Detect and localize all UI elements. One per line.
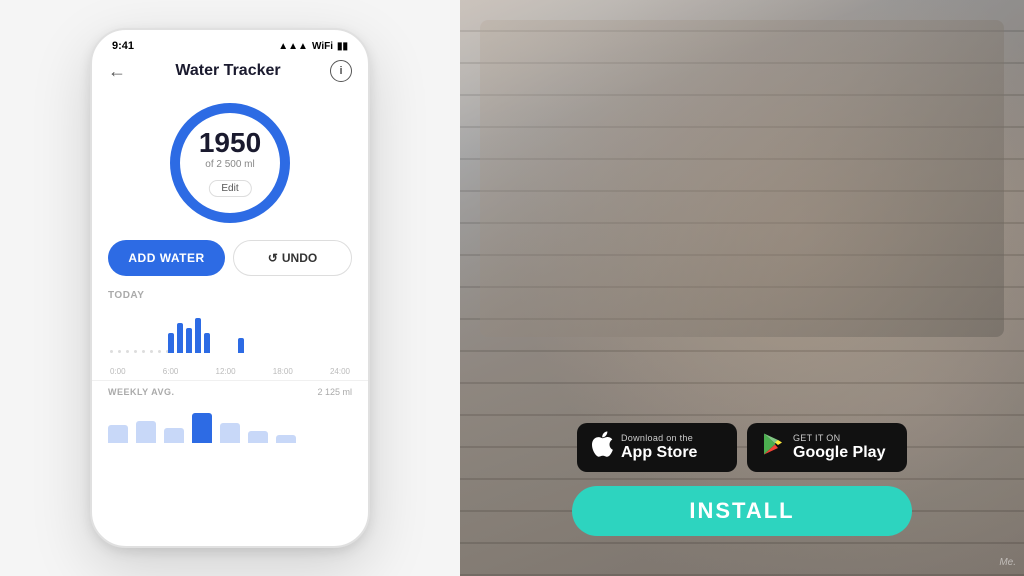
- phone-header: ← Water Tracker i: [92, 56, 368, 90]
- people-area: [480, 20, 1004, 337]
- status-bar: 9:41 ▲▲▲ WiFi ▮▮: [92, 30, 368, 56]
- chart-dot: [158, 350, 161, 353]
- install-button[interactable]: INSTALL: [572, 486, 912, 536]
- weekly-bar-6: [248, 431, 268, 443]
- google-play-text: GET IT ON Google Play: [793, 433, 885, 462]
- app-store-top-text: Download on the: [621, 433, 697, 443]
- edit-button[interactable]: Edit: [208, 180, 251, 197]
- water-goal: of 2 500 ml: [199, 159, 261, 170]
- app-store-button[interactable]: Download on the App Store: [577, 423, 737, 472]
- app-store-text: Download on the App Store: [621, 433, 697, 462]
- store-buttons: Download on the App Store: [577, 423, 907, 472]
- screen-title: Water Tracker: [175, 62, 280, 80]
- weekly-value: 2 125 ml: [317, 387, 352, 397]
- signal-icon: ▲▲▲: [278, 41, 308, 52]
- action-buttons: ADD WATER ↺ UNDO: [92, 232, 368, 284]
- chart-dot: [126, 350, 129, 353]
- time-label-24: 24:00: [330, 367, 350, 376]
- progress-circle: 1950 of 2 500 ml Edit: [165, 98, 295, 228]
- battery-icon: ▮▮: [337, 41, 348, 52]
- chart-bar: [168, 333, 174, 353]
- right-panel: Download on the App Store: [460, 0, 1024, 576]
- main-container: 9:41 ▲▲▲ WiFi ▮▮ ← Water Tracker i: [0, 0, 1024, 576]
- chart-dot: [110, 350, 113, 353]
- info-button[interactable]: i: [330, 60, 352, 82]
- right-content: Download on the App Store: [460, 423, 1024, 536]
- undo-button[interactable]: ↺ UNDO: [233, 240, 352, 276]
- weekly-header: WEEKLY AVG. 2 125 ml: [108, 387, 352, 397]
- weekly-bar-7: [276, 435, 296, 443]
- today-label: TODAY: [108, 290, 352, 301]
- water-amount: 1950: [199, 129, 261, 157]
- wifi-icon: WiFi: [312, 41, 333, 52]
- weekly-bar-1: [108, 425, 128, 443]
- today-section: TODAY: [92, 284, 368, 376]
- app-store-bottom-text: App Store: [621, 443, 697, 462]
- weekly-bar-3: [164, 428, 184, 443]
- weekly-bar-4: [192, 413, 212, 443]
- chart-dot: [134, 350, 137, 353]
- google-play-button[interactable]: GET IT ON Google Play: [747, 423, 907, 472]
- watermark: Me.: [999, 557, 1016, 568]
- chart-bar: [238, 338, 244, 353]
- time-label-0: 0:00: [110, 367, 126, 376]
- circle-text: 1950 of 2 500 ml Edit: [199, 129, 261, 197]
- time-label-12: 12:00: [216, 367, 236, 376]
- chart-bar: [186, 328, 192, 353]
- weekly-bar-2: [136, 421, 156, 443]
- weekly-label: WEEKLY AVG.: [108, 387, 175, 397]
- chart-dot: [118, 350, 121, 353]
- today-chart: [108, 307, 352, 367]
- chart-bar: [195, 318, 201, 353]
- chart-bar: [177, 323, 183, 353]
- google-play-bottom-text: Google Play: [793, 443, 885, 462]
- chart-dot: [142, 350, 145, 353]
- chart-bar: [204, 333, 210, 353]
- add-water-button[interactable]: ADD WATER: [108, 240, 225, 276]
- undo-label: UNDO: [282, 251, 317, 265]
- google-play-top-text: GET IT ON: [793, 433, 885, 443]
- time-label-6: 6:00: [163, 367, 179, 376]
- status-icons: ▲▲▲ WiFi ▮▮: [278, 41, 348, 52]
- left-panel: 9:41 ▲▲▲ WiFi ▮▮ ← Water Tracker i: [0, 0, 460, 576]
- chart-time-labels: 0:00 6:00 12:00 18:00 24:00: [108, 367, 352, 376]
- google-play-icon: [761, 432, 785, 463]
- chart-dot: [150, 350, 153, 353]
- weekly-bars: [108, 403, 352, 443]
- undo-icon: ↺: [268, 251, 278, 265]
- progress-circle-container: 1950 of 2 500 ml Edit: [92, 90, 368, 232]
- weekly-section: WEEKLY AVG. 2 125 ml: [92, 380, 368, 443]
- weekly-bar-5: [220, 423, 240, 443]
- phone-mockup: 9:41 ▲▲▲ WiFi ▮▮ ← Water Tracker i: [90, 28, 370, 548]
- back-arrow-icon[interactable]: ←: [108, 61, 126, 82]
- time-label-18: 18:00: [273, 367, 293, 376]
- apple-icon: [591, 431, 613, 464]
- status-time: 9:41: [112, 40, 134, 52]
